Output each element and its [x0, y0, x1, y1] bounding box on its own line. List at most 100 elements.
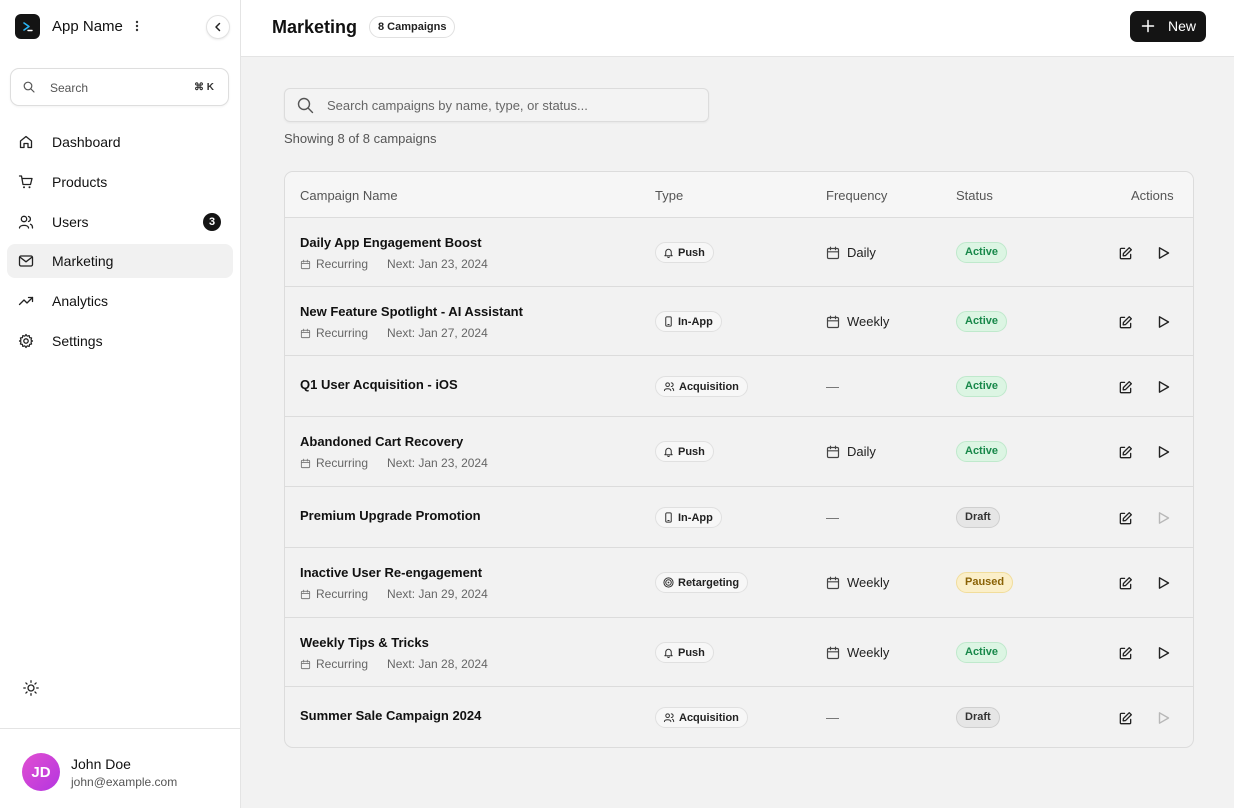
avatar: JD — [22, 753, 60, 791]
sidebar-item-products[interactable]: Products — [7, 165, 233, 199]
edit-campaign-button[interactable] — [1116, 378, 1134, 396]
table-row[interactable]: Premium Upgrade Promotion In-App — Draft — [285, 487, 1193, 548]
calendar-icon — [300, 259, 311, 270]
edit-icon — [1118, 511, 1133, 526]
edit-icon — [1118, 380, 1133, 395]
edit-icon — [1118, 646, 1133, 661]
new-campaign-button[interactable]: New — [1130, 11, 1206, 42]
campaign-name[interactable]: Weekly Tips & Tricks — [300, 635, 429, 650]
run-campaign-button[interactable] — [1154, 509, 1172, 527]
bell-icon — [663, 647, 674, 658]
edit-campaign-button[interactable] — [1116, 644, 1134, 662]
user-profile[interactable]: JD John Doe john@example.com — [0, 728, 240, 808]
run-campaign-button[interactable] — [1154, 709, 1172, 727]
sidebar-item-analytics[interactable]: Analytics — [7, 284, 233, 318]
table-row[interactable]: Inactive User Re-engagement Recurring Next… — [285, 548, 1193, 618]
edit-campaign-button[interactable] — [1116, 574, 1134, 592]
type-label: Push — [678, 646, 705, 659]
sidebar-item-users[interactable]: Users 3 — [7, 205, 233, 239]
play-icon — [1157, 576, 1170, 590]
sidebar-item-label: Settings — [52, 333, 103, 349]
search-icon — [23, 81, 35, 93]
frequency: Weekly — [826, 575, 889, 590]
users-icon — [18, 215, 34, 229]
type-badge: Acquisition — [655, 707, 748, 728]
mail-icon — [18, 255, 34, 267]
run-campaign-button[interactable] — [1154, 313, 1172, 331]
edit-campaign-button[interactable] — [1116, 313, 1134, 331]
edit-campaign-button[interactable] — [1116, 709, 1134, 727]
edit-campaign-button[interactable] — [1116, 509, 1134, 527]
recurring-label: Recurring — [316, 587, 369, 601]
calendar-icon — [826, 646, 840, 660]
sidebar-item-dashboard[interactable]: Dashboard — [7, 125, 233, 159]
plus-icon — [1141, 19, 1155, 33]
frequency: Weekly — [826, 645, 889, 660]
campaign-schedule: Recurring Next: Jan 29, 2024 — [300, 587, 488, 601]
user-email: john@example.com — [71, 775, 178, 789]
sidebar-item-marketing[interactable]: Marketing — [7, 244, 233, 278]
column-header-frequency: Frequency — [826, 188, 888, 203]
run-campaign-button[interactable] — [1154, 378, 1172, 396]
run-campaign-button[interactable] — [1154, 644, 1172, 662]
new-button-label: New — [1168, 18, 1197, 34]
run-campaign-button[interactable] — [1154, 443, 1172, 461]
campaign-schedule: Recurring Next: Jan 27, 2024 — [300, 326, 488, 340]
calendar-icon — [826, 315, 840, 329]
type-label: Retargeting — [678, 576, 740, 589]
campaign-name[interactable]: Daily App Engagement Boost — [300, 235, 482, 250]
run-campaign-button[interactable] — [1154, 574, 1172, 592]
campaign-search-input[interactable]: Search campaigns by name, type, or statu… — [284, 88, 709, 122]
calendar-icon — [826, 445, 840, 459]
recurring-label: Recurring — [316, 657, 369, 671]
campaign-name[interactable]: Premium Upgrade Promotion — [300, 508, 481, 523]
app-header: App Name — [0, 0, 240, 54]
users-count-badge: 3 — [203, 213, 221, 231]
frequency-label: Weekly — [847, 314, 890, 329]
app-logo-icon — [15, 14, 40, 39]
home-icon — [19, 135, 33, 149]
target-icon — [663, 577, 674, 588]
table-row[interactable]: Abandoned Cart Recovery Recurring Next: Ja… — [285, 417, 1193, 487]
type-badge: Acquisition — [655, 376, 748, 397]
status-badge: Active — [956, 441, 1008, 462]
edit-campaign-button[interactable] — [1116, 443, 1134, 461]
next-run-date: Next: Jan 23, 2024 — [387, 257, 488, 271]
column-header-actions: Actions — [1131, 188, 1174, 203]
type-label: Acquisition — [679, 380, 739, 393]
table-row[interactable]: Summer Sale Campaign 2024 Acquisition — Dra… — [285, 687, 1193, 747]
frequency-empty: — — [826, 510, 839, 525]
type-badge: Retargeting — [655, 572, 749, 593]
bell-icon — [663, 446, 674, 457]
table-row[interactable]: New Feature Spotlight - AI Assistant Recu… — [285, 287, 1193, 356]
theme-toggle-button[interactable] — [22, 679, 40, 697]
smartphone-icon — [663, 512, 674, 523]
table-row[interactable]: Daily App Engagement Boost Recurring Next:… — [285, 218, 1193, 287]
cart-icon — [18, 175, 33, 189]
frequency: Daily — [826, 245, 876, 260]
chevron-left-icon — [215, 22, 221, 32]
campaign-name[interactable]: Summer Sale Campaign 2024 — [300, 708, 481, 723]
table-row[interactable]: Q1 User Acquisition - iOS Acquisition — Act… — [285, 356, 1193, 417]
table-row[interactable]: Weekly Tips & Tricks Recurring Next: Jan 2… — [285, 618, 1193, 687]
run-campaign-button[interactable] — [1154, 244, 1172, 262]
search-shortcut: ⌘ K — [194, 82, 214, 93]
campaign-name[interactable]: New Feature Spotlight - AI Assistant — [300, 304, 523, 319]
more-vertical-icon[interactable] — [130, 17, 144, 35]
campaign-name[interactable]: Abandoned Cart Recovery — [300, 434, 463, 449]
frequency-label: Weekly — [847, 645, 890, 660]
frequency-label: Daily — [847, 444, 876, 459]
campaign-name[interactable]: Q1 User Acquisition - iOS — [300, 377, 458, 392]
sidebar-search-button[interactable]: Search ⌘ K — [10, 68, 229, 106]
campaign-name[interactable]: Inactive User Re-engagement — [300, 565, 482, 580]
frequency-empty: — — [826, 379, 839, 394]
column-header-name: Campaign Name — [300, 188, 398, 203]
sidebar-item-settings[interactable]: Settings — [7, 324, 233, 358]
campaign-count-badge: 8 Campaigns — [369, 16, 456, 38]
frequency-label: Daily — [847, 245, 876, 260]
sidebar-item-label: Marketing — [52, 253, 114, 269]
page-title: Marketing — [272, 17, 358, 37]
edit-campaign-button[interactable] — [1116, 244, 1134, 262]
collapse-sidebar-button[interactable] — [206, 15, 230, 39]
next-run-date: Next: Jan 27, 2024 — [387, 326, 488, 340]
